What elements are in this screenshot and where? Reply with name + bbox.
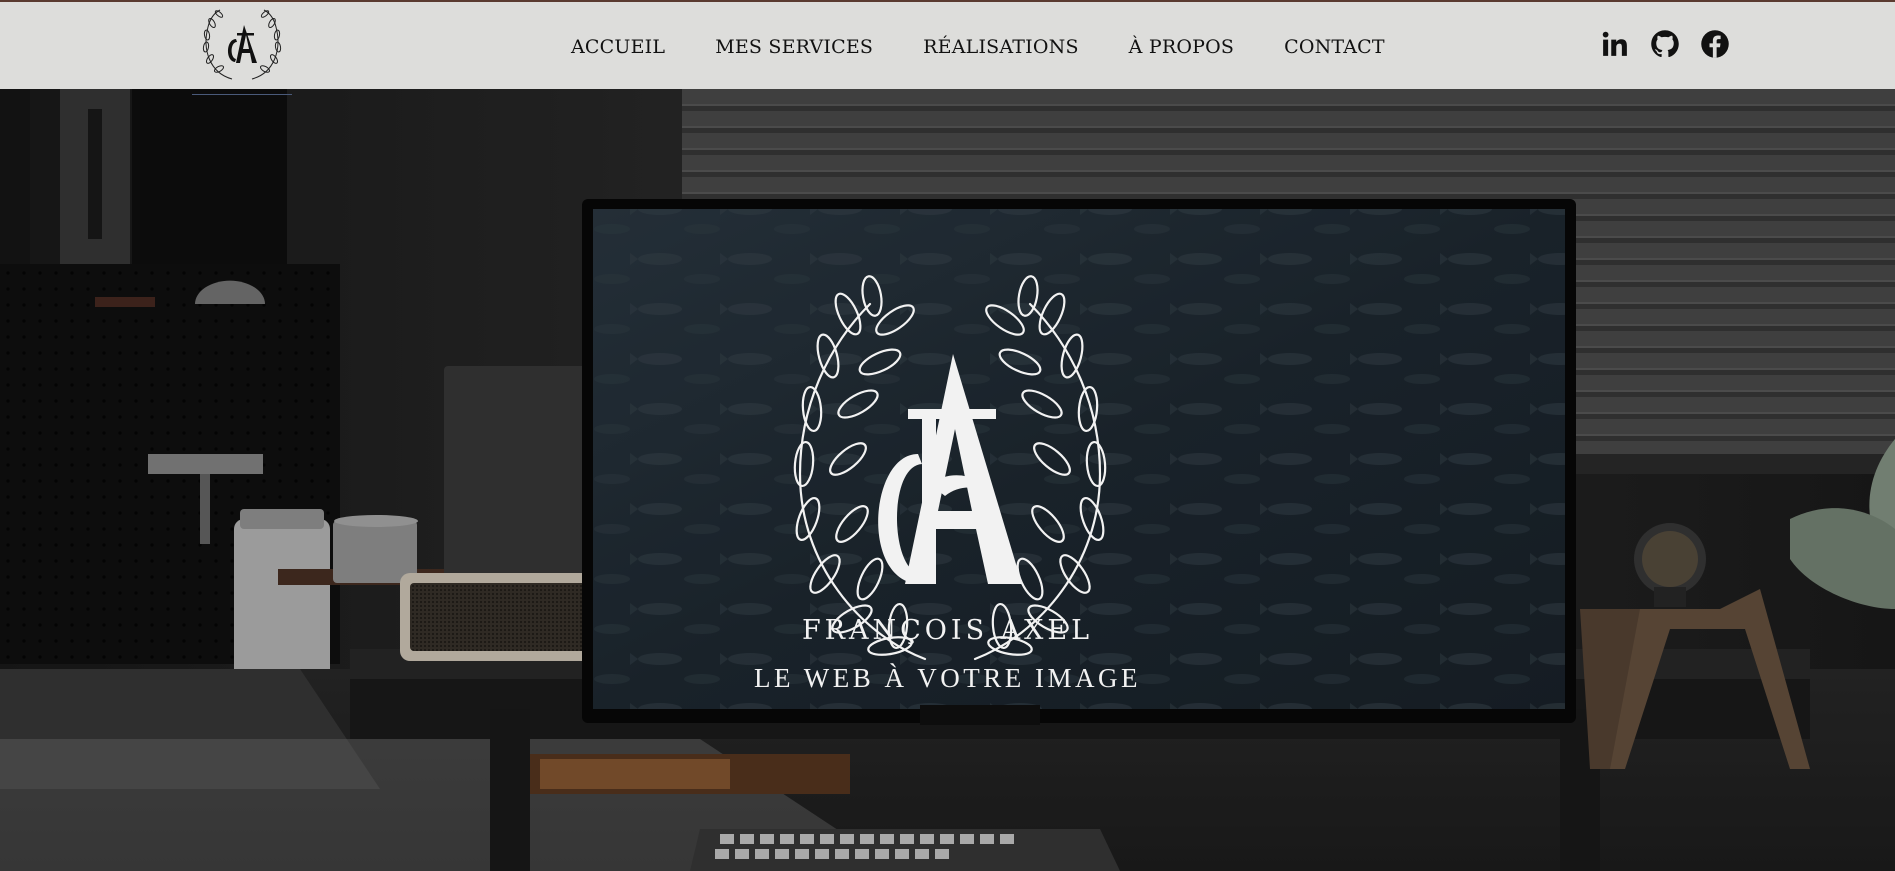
navbar: ACCUEIL MES SERVICES RÉALISATIONS À PROP… xyxy=(0,0,1895,89)
logo-underline xyxy=(192,94,292,95)
hero-section: FRANÇOIS AXEL LE WEB À VOTRE IMAGE xyxy=(0,89,1895,871)
facebook-link[interactable] xyxy=(1700,29,1730,59)
hero-emblem-monogram-icon xyxy=(793,275,1107,661)
nav-item-a-propos[interactable]: À PROPOS xyxy=(1129,36,1234,58)
nav-item-contact[interactable]: CONTACT xyxy=(1284,36,1385,58)
nav-item-realisations[interactable]: RÉALISATIONS xyxy=(923,36,1079,58)
logo-link[interactable] xyxy=(192,5,292,85)
linkedin-link[interactable] xyxy=(1600,29,1630,59)
github-icon xyxy=(1651,30,1679,58)
nav-item-accueil[interactable]: ACCUEIL xyxy=(571,36,665,58)
linkedin-icon xyxy=(1602,31,1627,56)
hero-tagline: LE WEB À VOTRE IMAGE xyxy=(754,663,1141,693)
github-link[interactable] xyxy=(1650,29,1680,59)
hero-title: FRANÇOIS AXEL xyxy=(801,615,1094,646)
nav-item-mes-services[interactable]: MES SERVICES xyxy=(715,36,873,58)
page: ACCUEIL MES SERVICES RÉALISATIONS À PROP… xyxy=(0,0,1895,871)
logo-monogram-icon xyxy=(202,9,282,80)
facebook-icon xyxy=(1701,30,1729,58)
main-nav: ACCUEIL MES SERVICES RÉALISATIONS À PROP… xyxy=(571,2,1385,91)
social-links xyxy=(1600,29,1730,59)
